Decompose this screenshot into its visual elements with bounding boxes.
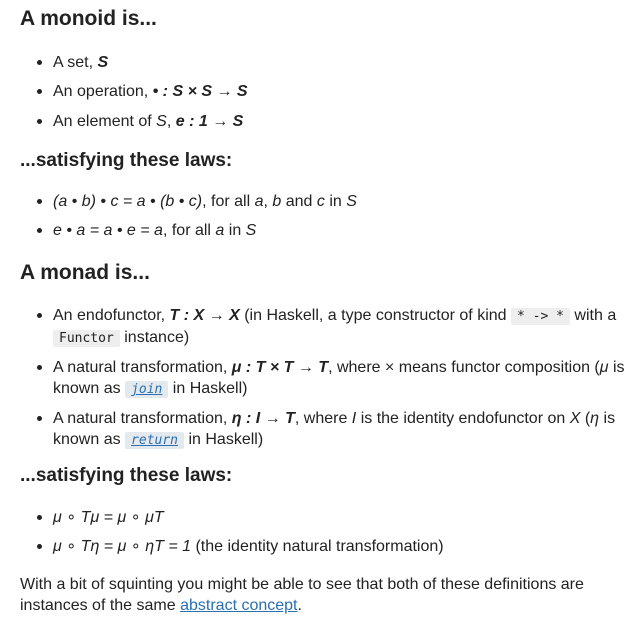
mu-signature: μ : T × T → T (231, 359, 329, 376)
monoid-definition-list: A set, S An operation, • : S × S → S An … (20, 52, 628, 132)
list-item: An element of S, e : 1 → S (37, 111, 628, 132)
closing-paragraph: With a bit of squinting you might be abl… (20, 576, 584, 614)
list-item: An endofunctor, T : X → X (in Haskell, a… (37, 305, 628, 349)
associativity-law: (a • b) • c = a • (b • c) (53, 193, 203, 210)
eta-signature: η : I → T (231, 410, 295, 427)
associativity-law: μ ∘ Tμ = μ ∘ μT (53, 509, 164, 526)
return-link[interactable]: return (125, 432, 185, 449)
abstract-concept-link[interactable]: abstract concept (180, 597, 297, 614)
unit-law: μ ∘ Tη = μ ∘ ηT = 1 (53, 538, 192, 555)
endofunctor-signature: T : X → X (169, 307, 240, 324)
list-item: μ ∘ Tη = μ ∘ ηT = 1 (the identity natura… (37, 536, 628, 557)
monad-laws-list: μ ∘ Tμ = μ ∘ μT μ ∘ Tη = μ ∘ ηT = 1 (the… (20, 507, 628, 557)
set-symbol: S (97, 54, 109, 71)
monoid-laws-heading: ...satisfying these laws: (20, 150, 233, 171)
join-link[interactable]: join (125, 381, 169, 398)
list-item: A natural transformation, η : I → T, whe… (37, 408, 628, 451)
element-signature: e : 1 → S (175, 113, 244, 130)
list-item: (a • b) • c = a • (b • c), for all a, b … (37, 191, 628, 220)
monoid-laws-list: (a • b) • c = a • (b • c), for all a, b … (20, 191, 628, 241)
monoid-heading: A monoid is... (20, 7, 157, 30)
list-item: An operation, • : S × S → S (37, 81, 628, 111)
kind-code: * -> * (511, 308, 570, 325)
monad-laws-heading: ...satisfying these laws: (20, 465, 233, 486)
list-item: μ ∘ Tμ = μ ∘ μT (37, 507, 628, 536)
functor-code: Functor (53, 330, 120, 347)
list-item: A set, S (37, 52, 628, 81)
operation-signature: • : S × S → S (152, 83, 248, 100)
list-item: A natural transformation, μ : T × T → T,… (37, 357, 628, 400)
identity-law: e • a = a • e = a (53, 222, 163, 239)
list-item: e • a = a • e = a, for all a in S (37, 220, 628, 241)
monad-heading: A monad is... (20, 261, 150, 284)
monad-definition-list: An endofunctor, T : X → X (in Haskell, a… (20, 305, 628, 451)
